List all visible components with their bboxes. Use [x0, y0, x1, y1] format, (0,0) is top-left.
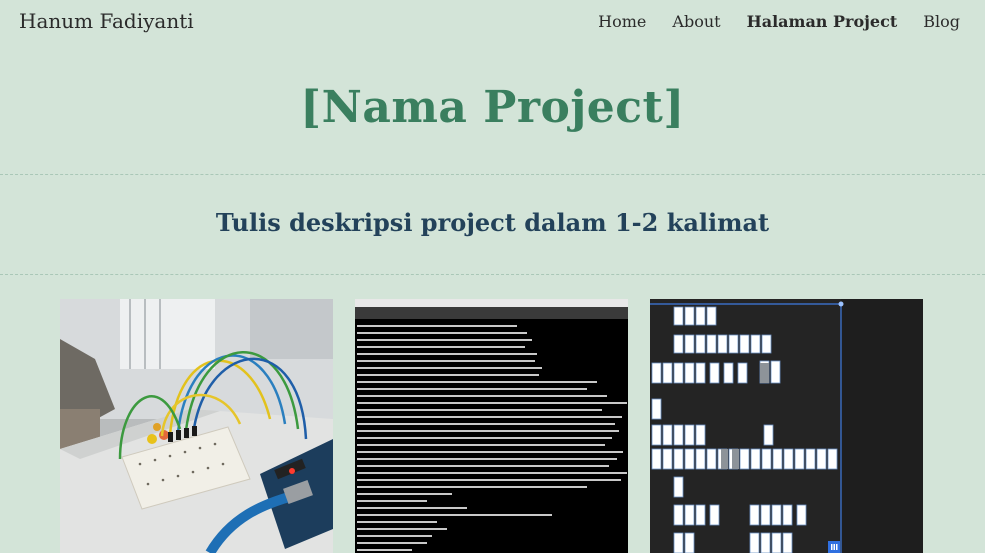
- flowchart-diagram-screenshot[interactable]: [650, 299, 923, 553]
- nav-link-home[interactable]: Home: [598, 12, 646, 31]
- nav-link-halaman-project[interactable]: Halaman Project: [747, 12, 898, 31]
- nav-links: Home About Halaman Project Blog: [572, 12, 960, 31]
- breadboard-circuit-photo[interactable]: [60, 299, 333, 553]
- section-divider: [0, 174, 985, 175]
- nav-link-about[interactable]: About: [672, 12, 720, 31]
- project-gallery: [60, 299, 923, 553]
- terminal-screenshot[interactable]: [355, 299, 628, 553]
- section-divider: [0, 274, 985, 275]
- page-title: [Nama Project]: [300, 82, 685, 133]
- brand-link[interactable]: Hanum Fadiyanti: [19, 9, 194, 33]
- nav-link-blog[interactable]: Blog: [923, 12, 960, 31]
- project-description: Tulis deskripsi project dalam 1-2 kalima…: [215, 208, 770, 237]
- navbar: Hanum Fadiyanti Home About Halaman Proje…: [0, 0, 985, 42]
